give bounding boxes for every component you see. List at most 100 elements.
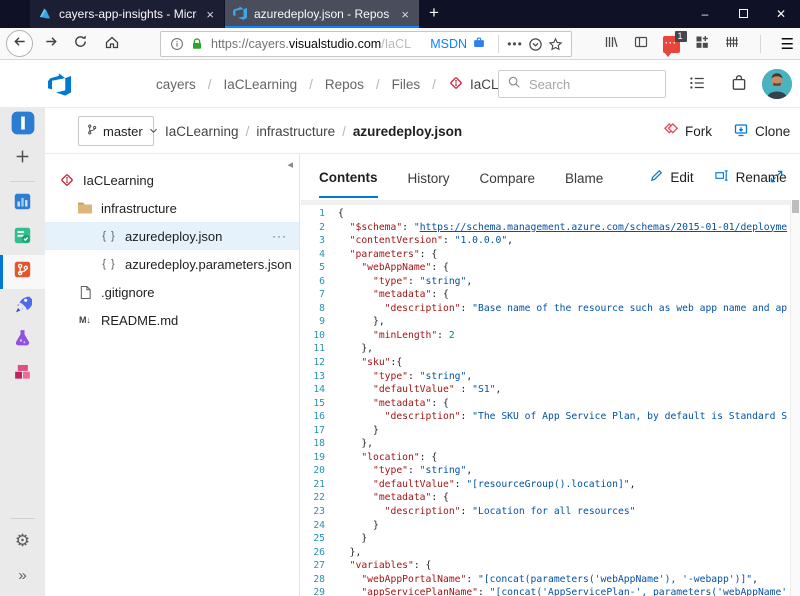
browser-tabstrip: cayers-app-insights - Microsoft×azuredep… (30, 0, 419, 28)
library-icon[interactable] (603, 34, 619, 55)
breadcrumb-item[interactable]: Files (388, 77, 425, 92)
search-box[interactable] (498, 70, 666, 98)
breadcrumb-item[interactable]: Repos (321, 77, 368, 92)
new-tab-button[interactable]: + (419, 0, 449, 28)
code-line: 8 "description": "Base name of the resou… (301, 302, 790, 316)
sidebar-item-overview[interactable] (0, 187, 45, 221)
azure-devops-logo[interactable] (48, 73, 71, 101)
code-line: 1{ (301, 207, 790, 221)
work-items-list-icon[interactable] (688, 74, 706, 97)
branch-name: master (103, 123, 143, 139)
fork-icon (663, 122, 679, 141)
line-number: 10 (313, 329, 325, 341)
code-editor[interactable]: 1{2 "$schema": "https://schema.managemen… (301, 200, 800, 596)
sidebar-toggle-icon[interactable] (633, 34, 649, 55)
marketplace-bag-icon[interactable] (730, 74, 748, 97)
sidebar-item-add[interactable] (0, 142, 45, 176)
edit-button[interactable]: Edit (649, 168, 694, 186)
line-number: 21 (313, 478, 325, 490)
breadcrumb-separator: / (207, 76, 212, 92)
menu-icon[interactable]: ☰ (781, 35, 794, 53)
https-lock-icon[interactable] (187, 37, 207, 51)
code-line: 5 "webAppName": { (301, 261, 790, 275)
sidebar-item-settings[interactable]: ⚙ (0, 524, 45, 558)
search-icon (507, 75, 521, 94)
git-branch-icon (86, 123, 98, 139)
search-input[interactable] (529, 76, 639, 92)
navbar-right-icons: ··· 1 ☰ (603, 30, 794, 57)
sidebar-item-project[interactable] (0, 108, 45, 142)
edit-pencil-icon (649, 168, 664, 186)
close-button[interactable]: ✕ (762, 0, 800, 28)
extension-squares-icon[interactable] (694, 34, 710, 55)
tab-compare[interactable]: Compare (480, 158, 536, 197)
sidebar-item-repos[interactable] (0, 255, 45, 289)
tab-close-icon[interactable]: × (204, 7, 216, 22)
tab-title: azuredeploy.json - Repos (254, 7, 390, 21)
extension-red-button[interactable]: ··· 1 (662, 30, 687, 57)
horizontal-scrollbar[interactable] (301, 200, 790, 205)
home-button[interactable] (100, 32, 124, 56)
file-path-breadcrumb: IaCLearning / infrastructure / azuredeploy.j… (165, 123, 463, 139)
rename-icon (714, 168, 730, 186)
clone-button[interactable]: Clone (733, 108, 790, 154)
file-icon (77, 285, 93, 300)
user-avatar[interactable] (762, 69, 792, 99)
line-number: 22 (313, 492, 325, 504)
branch-selector[interactable]: master (78, 116, 157, 146)
page-actions-button[interactable]: ••• (505, 37, 525, 51)
path-segment[interactable]: infrastructure (256, 124, 335, 139)
sidebar-collapse-button[interactable]: » (0, 558, 45, 592)
code-line: 7 "metadata": { (301, 288, 790, 302)
sidebar-item-boards[interactable] (0, 221, 45, 255)
tree-item[interactable]: .gitignore (45, 278, 299, 306)
extension-fence-icon[interactable] (724, 34, 740, 55)
path-segment[interactable]: IaCLearning (165, 124, 239, 139)
fullscreen-expand-icon[interactable] (769, 169, 784, 189)
tree-item[interactable]: { } azuredeploy.parameters.json (45, 250, 299, 278)
reload-button[interactable] (68, 32, 92, 56)
tree-item[interactable]: M↓ README.md (45, 306, 299, 334)
line-number: 28 (313, 573, 325, 585)
browser-tab[interactable]: cayers-app-insights - Microsoft × (30, 0, 224, 28)
code-line: 26 }, (301, 546, 790, 560)
pocket-icon[interactable] (525, 37, 545, 52)
sidebar-item-artifacts[interactable] (0, 357, 45, 391)
sidebar-item-pipelines[interactable] (0, 289, 45, 323)
page-info-icon[interactable] (167, 37, 187, 51)
line-number: 14 (313, 384, 325, 396)
line-number: 29 (313, 587, 325, 596)
breadcrumb-item[interactable]: cayers (152, 77, 200, 92)
tab-contents[interactable]: Contents (319, 157, 378, 198)
bookmark-star-icon[interactable] (545, 37, 565, 52)
code-line: 19 "location": { (301, 451, 790, 465)
sidebar-item-test-plans[interactable] (0, 323, 45, 357)
forward-button[interactable] (39, 32, 63, 56)
tab-blame[interactable]: Blame (565, 158, 603, 197)
repos-icon (13, 260, 32, 284)
tree-item[interactable]: { } azuredeploy.json ··· (45, 222, 299, 250)
back-button[interactable] (6, 30, 33, 57)
maximize-button[interactable] (724, 0, 762, 28)
breadcrumb-item[interactable]: IaCLearning (220, 77, 302, 92)
tab-close-icon[interactable]: × (399, 7, 411, 22)
minimize-button[interactable]: – (686, 0, 724, 28)
scrollbar-thumb[interactable] (792, 200, 799, 213)
tree-item[interactable]: infrastructure (45, 194, 299, 222)
url-bar[interactable]: https://cayers.visualstudio.com/IaCL MSD… (160, 31, 572, 57)
code-line: 14 "defaultValue" : "S1", (301, 383, 790, 397)
browser-tab[interactable]: azuredeploy.json - Repos × (225, 0, 419, 28)
code-line: 20 "type": "string", (301, 464, 790, 478)
tree-item[interactable]: IaCLearning (45, 166, 299, 194)
vertical-scrollbar[interactable] (790, 200, 800, 596)
tab-history[interactable]: History (408, 158, 450, 197)
json-icon: { } (102, 258, 116, 270)
item-menu-button[interactable]: ··· (272, 229, 287, 243)
code-line: 2 "$schema": "https://schema.management.… (301, 221, 790, 235)
rail-divider (10, 518, 35, 519)
azure-portal-icon (38, 6, 52, 23)
fork-button[interactable]: Fork (663, 108, 712, 154)
line-number: 9 (319, 316, 325, 328)
ado-sidebar-rail: ⚙ » (0, 108, 45, 596)
code-line: 28 "webAppPortalName": "[concat(paramete… (301, 573, 790, 587)
